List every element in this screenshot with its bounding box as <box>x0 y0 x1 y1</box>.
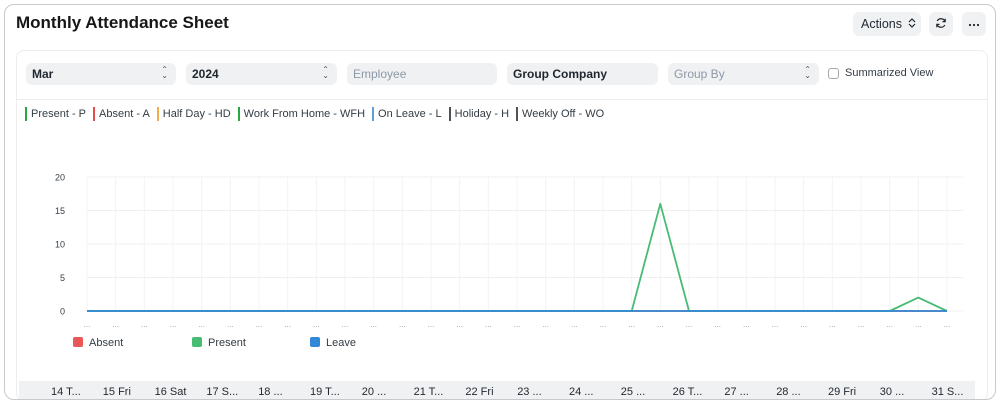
company-input[interactable]: Group Company <box>507 63 658 85</box>
x-tick-label: ... <box>628 320 635 329</box>
x-tick-label: ... <box>571 320 578 329</box>
employee-placeholder: Employee <box>353 67 407 81</box>
legend-item: Absent - A <box>93 107 150 121</box>
legend-item: Weekly Off - WO <box>516 107 604 121</box>
filter-divider <box>17 99 987 100</box>
y-tick-label: 0 <box>60 307 65 317</box>
x-tick-label: ... <box>829 320 836 329</box>
x-tick-label: ... <box>284 320 291 329</box>
date-column-header: 29 Fri <box>828 386 857 398</box>
more-icon <box>968 18 980 30</box>
x-tick-label: ... <box>485 320 492 329</box>
date-header-strip: 14 T... 15 Fri 16 Sat 17 S... 18 ... 19 T... 2… <box>19 381 975 399</box>
status-legend: Present - P Absent - A Half Day - HD Work F… <box>25 107 604 121</box>
refresh-icon <box>935 17 947 32</box>
select-arrows-icon: ⌃ ⌄ <box>804 65 811 80</box>
x-tick-label: ... <box>141 320 148 329</box>
date-column-header: 31 S... <box>931 386 964 398</box>
x-tick-label: ... <box>858 320 865 329</box>
legend-item: Present - P <box>25 107 86 121</box>
legend-item: Holiday - H <box>448 107 509 121</box>
x-tick-label: ... <box>84 320 91 329</box>
app-frame: Monthly Attendance Sheet Actions Mar ⌃ ⌄ … <box>4 4 996 400</box>
summarized-view-toggle[interactable]: Summarized View <box>828 67 933 79</box>
year-select[interactable]: 2024 ⌃ ⌄ <box>186 63 337 85</box>
x-tick-label: ... <box>657 320 664 329</box>
y-tick-label: 10 <box>55 240 65 250</box>
x-tick-label: ... <box>456 320 463 329</box>
month-value: Mar <box>32 67 54 81</box>
x-tick-label: ... <box>342 320 349 329</box>
x-tick-label: ... <box>313 320 320 329</box>
select-arrows-icon: ⌃ ⌄ <box>161 65 168 80</box>
select-arrows-icon: ⌃ ⌄ <box>322 65 329 80</box>
x-tick-label: ... <box>772 320 779 329</box>
chart-legend-label: Present <box>208 337 246 349</box>
date-column-header: 15 Fri <box>102 386 131 398</box>
x-tick-label: ... <box>600 320 607 329</box>
x-tick-label: ... <box>686 320 693 329</box>
x-tick-label: ... <box>714 320 721 329</box>
x-tick-label: ... <box>170 320 177 329</box>
x-tick-label: ... <box>227 320 234 329</box>
group-by-placeholder: Group By <box>674 67 725 81</box>
date-column-header: 28 ... <box>776 386 801 398</box>
chart-legend-label: Absent <box>89 337 123 349</box>
year-value: 2024 <box>192 67 219 81</box>
date-column-header: 26 T... <box>672 386 703 398</box>
date-column-header: 21 T... <box>413 386 444 398</box>
month-select[interactable]: Mar ⌃ ⌄ <box>26 63 176 85</box>
company-value: Group Company <box>513 67 608 81</box>
date-column-header: 18 ... <box>258 386 283 398</box>
x-tick-label: ... <box>256 320 263 329</box>
chart-legend-swatch <box>310 337 320 347</box>
chart-legend-swatch <box>192 337 202 347</box>
x-tick-label: ... <box>915 320 922 329</box>
y-tick-label: 20 <box>55 173 65 183</box>
x-tick-label: ... <box>198 320 205 329</box>
legend-item: Half Day - HD <box>156 107 231 121</box>
y-tick-label: 5 <box>60 273 65 283</box>
x-tick-label: ... <box>800 320 807 329</box>
actions-button[interactable]: Actions <box>853 12 921 36</box>
page-title: Monthly Attendance Sheet <box>16 13 229 32</box>
legend-item: On Leave - L <box>372 107 442 121</box>
report-card: Mar ⌃ ⌄ 2024 ⌃ ⌄ Employee Group Company Gr… <box>16 50 988 399</box>
date-column-header: 30 ... <box>879 386 905 398</box>
chevron-updown-icon <box>908 17 916 31</box>
x-tick-label: ... <box>542 320 549 329</box>
summarized-view-checkbox[interactable] <box>828 67 839 79</box>
x-tick-label: ... <box>428 320 435 329</box>
employee-input[interactable]: Employee <box>347 63 497 85</box>
x-tick-label: ... <box>944 320 951 329</box>
refresh-button[interactable] <box>929 12 953 36</box>
date-column-header: 22 Fri <box>465 386 494 398</box>
date-column-header: 19 T... <box>310 386 340 398</box>
chart-legend-label: Leave <box>326 337 356 349</box>
date-column-header: 25 ... <box>620 386 646 398</box>
date-column-header: 27 ... <box>724 386 749 398</box>
summarized-view-label: Summarized View <box>845 67 934 79</box>
date-column-header: 17 S... <box>206 386 239 398</box>
more-button[interactable] <box>962 12 986 36</box>
x-tick-label: ... <box>370 320 377 329</box>
x-tick-label: ... <box>399 320 406 329</box>
actions-label: Actions <box>861 17 902 31</box>
x-tick-label: ... <box>886 320 893 329</box>
date-column-header: 20 ... <box>361 386 387 398</box>
x-tick-label: ... <box>514 320 521 329</box>
y-tick-label: 15 <box>55 206 65 216</box>
chart-legend-swatch <box>73 337 83 347</box>
date-column-header: 14 T... <box>51 386 81 398</box>
group-by-select[interactable]: Group By ⌃ ⌄ <box>668 63 819 85</box>
date-column-header: 23 ... <box>517 386 542 398</box>
x-tick-label: ... <box>112 320 119 329</box>
legend-item: Work From Home - WFH <box>237 107 365 121</box>
x-tick-label: ... <box>743 320 750 329</box>
date-column-header: 16 Sat <box>154 386 187 398</box>
date-column-header: 24 ... <box>569 386 594 398</box>
attendance-chart: 20 15 10 5 0................................… <box>55 173 963 349</box>
